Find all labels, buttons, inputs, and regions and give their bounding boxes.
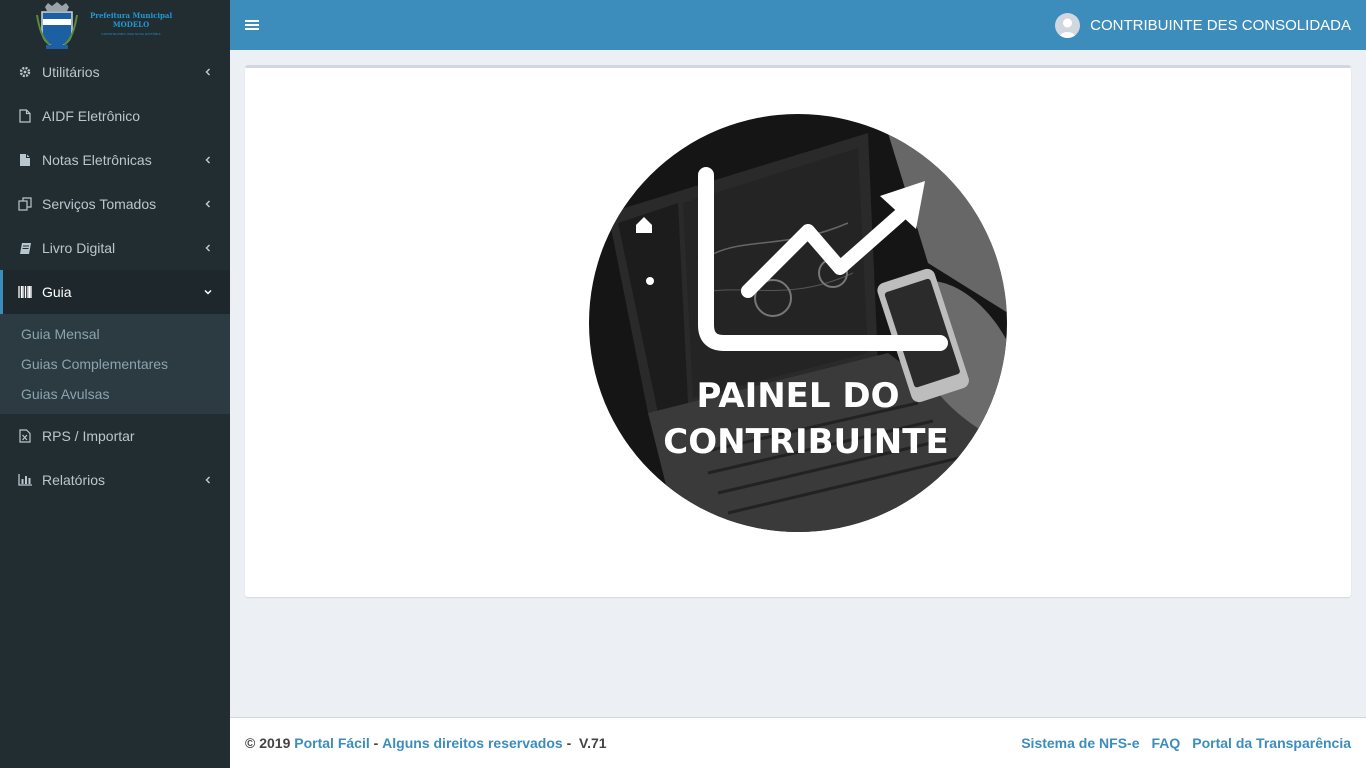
user-menu[interactable]: CONTRIBUINTE DES CONSOLIDADA bbox=[1055, 12, 1351, 38]
sidebar-item-label: Serviços Tomados bbox=[42, 196, 157, 212]
book-icon bbox=[18, 241, 32, 255]
user-name: CONTRIBUINTE DES CONSOLIDADA bbox=[1090, 16, 1351, 34]
gear-icon bbox=[18, 65, 32, 79]
footer-separator: - bbox=[373, 735, 379, 751]
sidebar-item-label: Guia bbox=[42, 284, 72, 300]
nfse-link[interactable]: Sistema de NFS-e bbox=[1021, 735, 1139, 751]
excel-file-icon bbox=[18, 429, 32, 443]
sidebar-menu: Utilitários AIDF Eletrônico Notas Eletrô… bbox=[0, 50, 230, 502]
logo-title: Prefeitura Municipal bbox=[90, 11, 173, 20]
copy-icon bbox=[18, 197, 32, 211]
file-icon bbox=[18, 153, 32, 167]
chevron-left-icon bbox=[205, 476, 211, 484]
file-outline-icon bbox=[18, 109, 32, 123]
rights-link[interactable]: Alguns direitos reservados bbox=[382, 735, 563, 751]
sidebar-item-label: AIDF Eletrônico bbox=[42, 108, 141, 124]
sidebar-item-label: Livro Digital bbox=[42, 240, 116, 256]
logo-subtitle: MODELO bbox=[112, 20, 150, 29]
banner-title-line1: PAINEL DO bbox=[696, 376, 899, 416]
footer: © 2019 Portal Fácil - Alguns direitos re… bbox=[230, 717, 1366, 768]
avatar bbox=[1055, 12, 1081, 38]
sidebar-item-label: Notas Eletrônicas bbox=[42, 152, 152, 168]
banner-title-line2: CONTRIBUINTE bbox=[663, 422, 948, 462]
sidebar-item-label: Relatórios bbox=[42, 472, 106, 488]
submenu-item-guia-mensal[interactable]: Guia Mensal bbox=[0, 319, 230, 349]
painel-contribuinte-banner: PAINEL DO CONTRIBUINTE bbox=[589, 114, 1007, 532]
submenu-item-guias-avulsas[interactable]: Guias Avulsas bbox=[0, 379, 230, 409]
crest-icon bbox=[36, 2, 78, 49]
guia-submenu: Guia Mensal Guias Complementares Guias A… bbox=[0, 314, 230, 414]
sidebar-item-utilitarios[interactable]: Utilitários bbox=[0, 50, 230, 94]
faq-link[interactable]: FAQ bbox=[1151, 735, 1180, 751]
municipality-logo[interactable]: Prefeitura Municipal MODELO CONSTRUINDO … bbox=[0, 0, 230, 50]
copyright: © 2019 bbox=[245, 735, 291, 751]
sidebar-item-label: Utilitários bbox=[42, 64, 100, 80]
sidebar-item-notas[interactable]: Notas Eletrônicas bbox=[0, 138, 230, 182]
barcode-icon bbox=[18, 285, 32, 299]
chevron-left-icon bbox=[205, 68, 211, 76]
sidebar-item-relatorios[interactable]: Relatórios bbox=[0, 458, 230, 502]
top-navbar: CONTRIBUINTE DES CONSOLIDADA bbox=[230, 0, 1366, 50]
sidebar-item-label: RPS / Importar bbox=[42, 428, 135, 444]
sidebar-toggle-icon[interactable] bbox=[245, 19, 259, 31]
sidebar-item-servicos[interactable]: Serviços Tomados bbox=[0, 182, 230, 226]
footer-links: Sistema de NFS-e FAQ Portal da Transparê… bbox=[1021, 735, 1351, 751]
bar-chart-icon bbox=[18, 473, 32, 487]
transparency-portal-link[interactable]: Portal da Transparência bbox=[1192, 735, 1351, 751]
sidebar-item-aidf[interactable]: AIDF Eletrônico bbox=[0, 94, 230, 138]
chevron-left-icon bbox=[205, 244, 211, 252]
chevron-left-icon bbox=[205, 200, 211, 208]
sidebar-item-livro[interactable]: Livro Digital bbox=[0, 226, 230, 270]
sidebar-item-guia[interactable]: Guia bbox=[0, 270, 230, 314]
sidebar: Prefeitura Municipal MODELO CONSTRUINDO … bbox=[0, 0, 230, 768]
chevron-left-icon bbox=[205, 156, 211, 164]
version-label: V.71 bbox=[579, 735, 607, 751]
footer-separator: - bbox=[566, 735, 572, 751]
logo-tagline: CONSTRUINDO UMA NOVA HISTÓRIA bbox=[101, 32, 161, 36]
sidebar-item-rps[interactable]: RPS / Importar bbox=[0, 414, 230, 458]
chevron-down-icon bbox=[204, 289, 212, 295]
submenu-item-guias-complementares[interactable]: Guias Complementares bbox=[0, 349, 230, 379]
portal-facil-link[interactable]: Portal Fácil bbox=[294, 735, 369, 751]
